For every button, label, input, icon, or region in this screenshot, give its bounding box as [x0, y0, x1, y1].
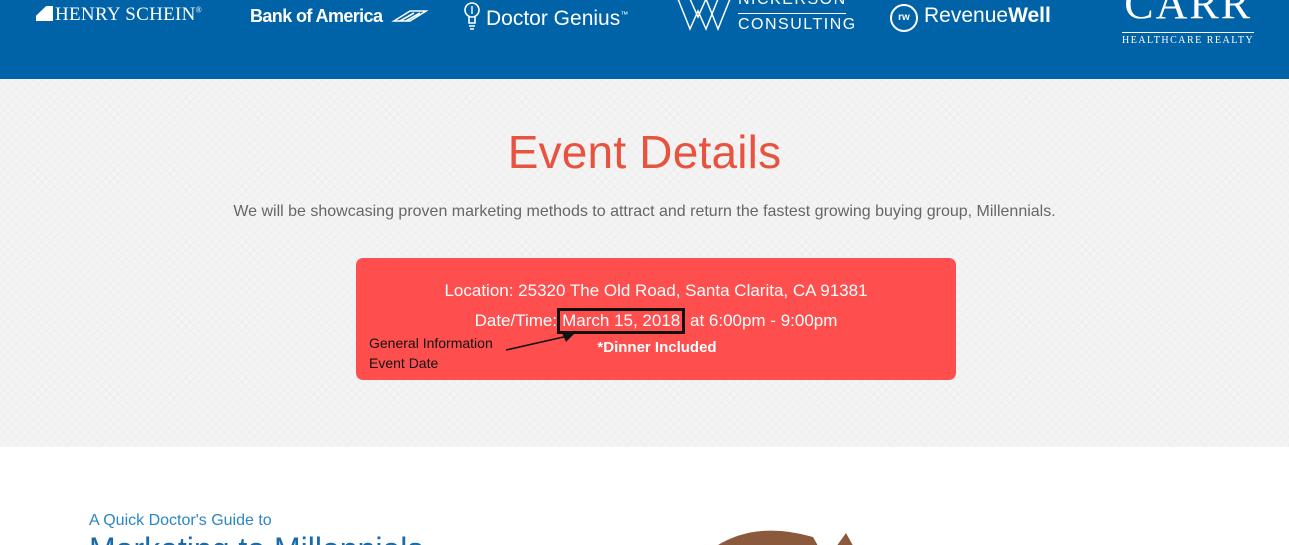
event-title: Event Details [507, 126, 782, 178]
event-location: Location: 25320 The Old Road, Santa Clar… [444, 281, 868, 300]
nickerson-w-logo [677, 0, 731, 31]
bank-of-america-flag-icon [391, 10, 429, 22]
sponsor-bar: Henry Schein® Bank of America Doctor Gen… [0, 0, 1289, 79]
revenuewell-badge-icon: rw [890, 4, 918, 32]
datetime-prefix: Date/Time: [474, 311, 558, 330]
event-datetime: Date/Time: March 15, 2018 at 6:00pm - 9:0… [356, 308, 956, 334]
annotation-label: General Information Event Date [369, 335, 493, 371]
event-details-section: Event Details We will be showcasing prov… [0, 79, 1289, 447]
carr-divider [1122, 32, 1255, 33]
bank-of-america-logo[interactable]: Bank of America [250, 6, 429, 27]
guide-title: Marketing to Millennials [89, 531, 423, 545]
character-illustration [718, 530, 853, 545]
event-subtitle: We will be showcasing proven marketing m… [233, 203, 1056, 220]
henry-schein-logo[interactable]: Henry Schein® [36, 4, 202, 26]
nickerson-divider [738, 13, 846, 14]
arrow-icon [505, 333, 574, 351]
revenuewell-logo[interactable]: rw RevenueWell [890, 4, 1051, 32]
event-info-card: Location: 25320 The Old Road, Santa Clar… [356, 258, 956, 380]
doctor-genius-logo[interactable]: Doctor Genius™ [463, 1, 628, 31]
bank-of-america-wordmark: Bank of America [250, 6, 383, 26]
guide-section: A Quick Doctor's Guide to Marketing to M… [0, 447, 1289, 545]
event-time: at 6:00pm - 9:00pm [689, 311, 838, 330]
guide-kicker: A Quick Doctor's Guide to [89, 512, 272, 529]
carr-healthcare-realty-logo[interactable]: CARR HEALTHCARE REALTY [1122, 0, 1255, 46]
lightbulb-icon [464, 2, 480, 30]
henry-schein-icon [36, 6, 53, 21]
